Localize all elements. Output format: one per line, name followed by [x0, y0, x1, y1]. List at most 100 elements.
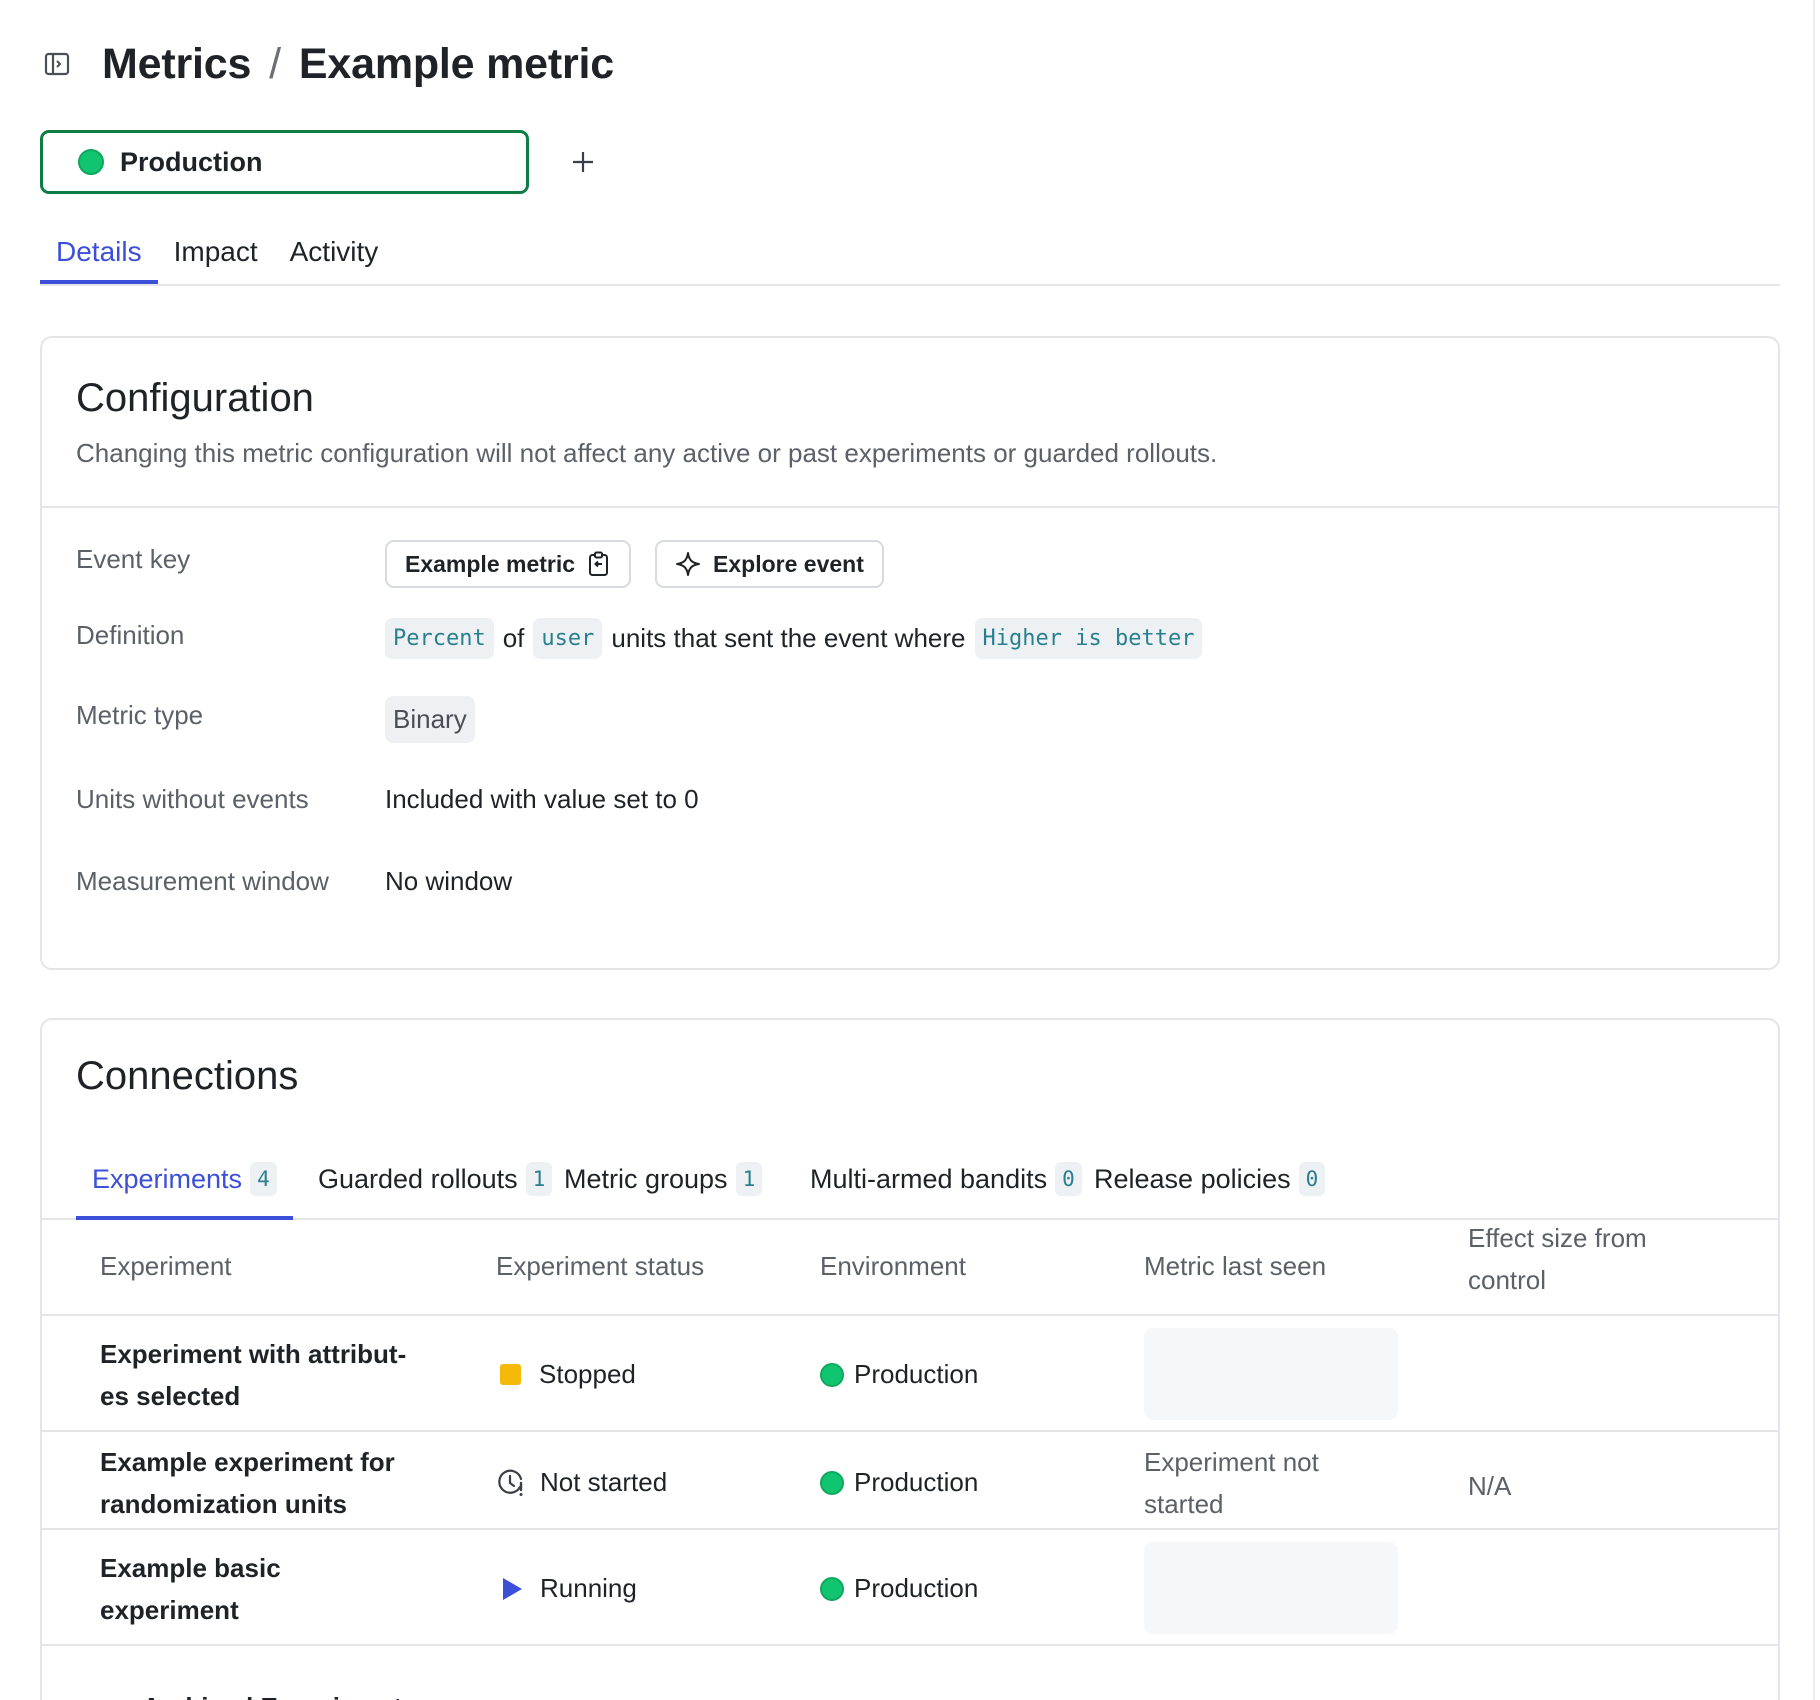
play-icon [503, 1577, 522, 1600]
archived-experiments-label: Archived Experiments [142, 1692, 417, 1700]
copy-event-key-button[interactable]: Example metric [385, 540, 632, 588]
table-row[interactable]: Experiment with attribut- es selected St… [42, 1316, 1778, 1432]
definition-label: Definition [76, 620, 185, 650]
experiment-status: Running [496, 1568, 637, 1610]
status-text: Stopped [539, 1359, 636, 1389]
configuration-subtitle: Changing this metric configuration will … [76, 438, 1218, 468]
definition-middle-text: units that sent the event where [611, 623, 966, 653]
column-effect-size-line2: control [1468, 1264, 1547, 1295]
tab-metric-groups[interactable]: Metric groups 1 [564, 1138, 763, 1220]
connections-tabs: Experiments 4 Guarded rollouts 1 Metric … [42, 1138, 1778, 1220]
environment-name: Production [120, 146, 263, 177]
tab-impact[interactable]: Impact [158, 226, 274, 284]
environment-status-dot [78, 149, 104, 175]
environment-row: Production [40, 130, 605, 194]
chevron-down-icon [106, 1697, 128, 1700]
tab-release-policies[interactable]: Release policies 0 [1094, 1138, 1326, 1220]
environment-cell: Production [820, 1568, 978, 1610]
column-experiment: Experiment [100, 1251, 232, 1281]
metric-last-seen: Experiment not started [1144, 1442, 1319, 1525]
environment-text: Production [854, 1359, 979, 1389]
effect-size-value: N/A [1468, 1471, 1512, 1501]
direction-chip: Higher is better [974, 618, 1203, 659]
tab-activity[interactable]: Activity [274, 226, 395, 284]
environment-cell: Production [820, 1354, 978, 1396]
explore-event-button[interactable]: Explore event [655, 540, 884, 588]
environment-status-dot [820, 1576, 844, 1601]
tab-release-policies-count: 0 [1298, 1162, 1326, 1196]
configuration-card: Configuration Changing this metric confi… [40, 336, 1780, 970]
last-seen-line1: Experiment not [1144, 1447, 1319, 1477]
experiments-table-header: Experiment Experiment status Environment… [42, 1220, 1778, 1316]
measurement-window-value: No window [385, 866, 513, 896]
tab-release-policies-label: Release policies [1094, 1164, 1291, 1194]
divider [42, 506, 1778, 508]
aggregation-chip: Percent [385, 618, 494, 659]
status-text: Not started [540, 1467, 668, 1497]
event-key-value: Example metric Explore event [385, 540, 884, 588]
experiment-name-link[interactable]: Experiment with attribut- es selected [100, 1334, 406, 1417]
experiment-name-link[interactable]: Example basic experiment [100, 1548, 281, 1631]
plus-icon[interactable] [561, 140, 605, 184]
tab-experiments[interactable]: Experiments 4 [76, 1138, 293, 1220]
tab-details[interactable]: Details [40, 226, 158, 284]
units-without-events-value: Included with value set to 0 [385, 784, 699, 814]
loading-skeleton [1144, 1542, 1398, 1634]
experiment-name-link[interactable]: Example experiment for randomization uni… [100, 1442, 395, 1525]
environment-text: Production [854, 1467, 979, 1497]
metric-type-label: Metric type [76, 700, 204, 730]
tab-experiments-count: 4 [250, 1162, 277, 1196]
table-row[interactable]: Example basic experiment Running Product… [42, 1530, 1778, 1646]
experiment-name-line2: experiment [100, 1594, 239, 1625]
unit-chip: user [533, 618, 603, 659]
page-title: Metrics / Example metric [102, 40, 614, 89]
page-edge-divider [1813, 0, 1815, 1700]
environment-status-dot [820, 1470, 844, 1495]
status-text: Running [540, 1573, 637, 1603]
column-metric-last-seen: Metric last seen [1144, 1251, 1327, 1281]
tab-guarded-rollouts[interactable]: Guarded rollouts 1 [318, 1138, 553, 1220]
connections-title: Connections [76, 1054, 299, 1098]
column-effect-size: Effect size from control [1468, 1218, 1647, 1301]
tab-guarded-rollouts-label: Guarded rollouts [318, 1164, 518, 1194]
measurement-window-label: Measurement window [76, 866, 329, 896]
clipboard-copy-icon [589, 551, 609, 576]
environment-cell: Production [820, 1462, 978, 1504]
tab-metric-groups-count: 1 [735, 1162, 763, 1196]
tab-multi-armed-bandits-label: Multi-armed bandits [810, 1164, 1048, 1194]
column-effect-size-line1: Effect size from [1468, 1223, 1647, 1253]
event-key-text: Example metric [405, 550, 576, 577]
page-header: Metrics / Example metric [40, 36, 614, 92]
experiment-name-line1: Example experiment for [100, 1447, 395, 1477]
explore-event-label: Explore event [713, 550, 864, 577]
experiment-name-line1: Example basic [100, 1553, 281, 1583]
environment-text: Production [854, 1573, 979, 1603]
experiment-name-line1: Experiment with attribut- [100, 1339, 407, 1369]
archived-experiments-toggle[interactable]: Archived Experiments [106, 1692, 417, 1700]
experiment-status: Not started [496, 1462, 667, 1504]
metric-name: Example metric [298, 39, 615, 88]
breadcrumb-separator: / [269, 39, 281, 88]
column-environment: Environment [820, 1251, 966, 1281]
experiment-name-line2: es selected [100, 1380, 241, 1411]
tab-experiments-label: Experiments [92, 1164, 243, 1194]
column-experiment-status: Experiment status [496, 1251, 705, 1281]
tab-guarded-rollouts-count: 1 [525, 1162, 553, 1196]
last-seen-line2: started [1144, 1488, 1224, 1519]
loading-skeleton [1144, 1328, 1398, 1420]
breadcrumb-metrics[interactable]: Metrics [102, 40, 251, 89]
connections-card: Connections Experiments 4 Guarded rollou… [40, 1018, 1780, 1700]
page-tabs: Details Impact Activity [40, 226, 1780, 286]
metric-type-chip: Binary [385, 696, 475, 743]
clock-alert-icon [498, 1469, 523, 1496]
sidebar-panel-icon[interactable] [40, 47, 74, 81]
tab-multi-armed-bandits[interactable]: Multi-armed bandits 0 [810, 1138, 1082, 1220]
metric-type-value: Binary [385, 696, 475, 743]
definition-value: Percent of user units that sent the even… [385, 618, 1203, 659]
experiment-name-line2: randomization units [100, 1488, 347, 1519]
table-row[interactable]: Example experiment for randomization uni… [42, 1432, 1778, 1530]
configuration-title: Configuration [76, 376, 314, 420]
tab-metric-groups-label: Metric groups [564, 1164, 728, 1194]
experiment-status: Stopped [496, 1354, 636, 1396]
environment-selector[interactable]: Production [40, 130, 529, 194]
